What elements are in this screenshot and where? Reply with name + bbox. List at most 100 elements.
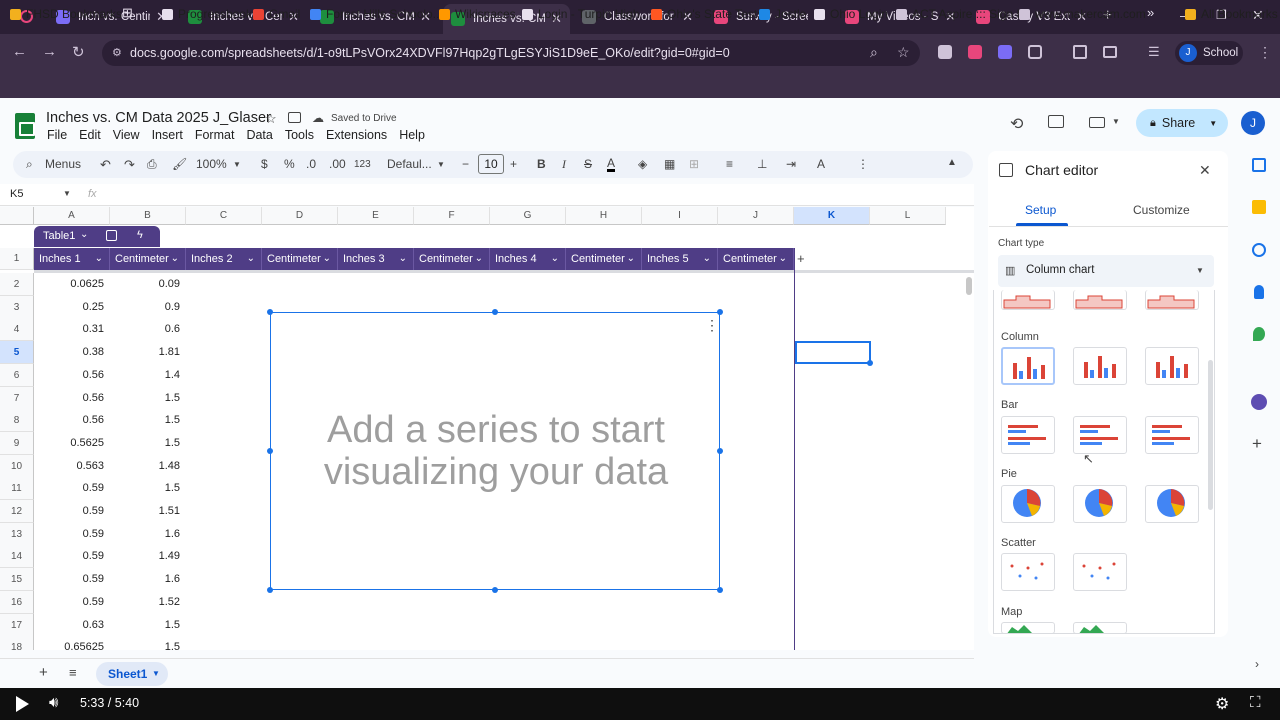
- table-column-header[interactable]: Inches 3 ⌄: [338, 248, 414, 270]
- font-size-increase-icon[interactable]: +: [510, 157, 517, 171]
- contacts-icon[interactable]: [1254, 285, 1264, 299]
- chevron-down-icon[interactable]: ▼: [1209, 119, 1217, 128]
- resize-handle[interactable]: [267, 587, 273, 593]
- row-header[interactable]: 9: [0, 431, 34, 455]
- column-header-c[interactable]: C: [186, 207, 262, 225]
- row-header[interactable]: 3: [0, 295, 34, 319]
- all-sheets-icon[interactable]: ≡: [69, 665, 77, 680]
- menu-extensions[interactable]: Extensions: [326, 128, 387, 142]
- sheet-tab-sheet1[interactable]: Sheet1 ▼: [96, 662, 168, 686]
- account-avatar[interactable]: J: [1241, 111, 1265, 135]
- column-header-f[interactable]: F: [414, 207, 490, 225]
- menu-edit[interactable]: Edit: [79, 128, 101, 142]
- text-wrap-icon[interactable]: ⇥: [786, 157, 796, 171]
- bookmark-star-icon[interactable]: ☆: [897, 44, 910, 61]
- cell-centimeter[interactable]: 1.6: [110, 528, 180, 540]
- table-view-icon[interactable]: [106, 230, 117, 241]
- select-all-corner[interactable]: [0, 207, 34, 225]
- row-header[interactable]: 15: [0, 568, 34, 592]
- bookmark-item[interactable]: Wikispaces: [439, 7, 516, 21]
- chevron-down-icon[interactable]: ⌄: [171, 248, 179, 270]
- cell-centimeter[interactable]: 1.5: [110, 482, 180, 494]
- cell-inches[interactable]: 0.59: [34, 573, 104, 585]
- cell-inches[interactable]: 0.38: [34, 346, 104, 358]
- chevron-down-icon[interactable]: ⌄: [247, 248, 255, 270]
- row-header[interactable]: 17: [0, 613, 34, 637]
- document-title[interactable]: Inches vs. CM Data 2025 J_Glaser: [46, 110, 271, 126]
- row-header[interactable]: 2: [0, 273, 34, 296]
- bold-icon[interactable]: B: [537, 157, 546, 171]
- cell-centimeter[interactable]: 1.51: [110, 505, 180, 517]
- resize-handle[interactable]: [717, 448, 723, 454]
- cell-inches[interactable]: 0.59: [34, 550, 104, 562]
- bar-chart-option[interactable]: [1001, 416, 1055, 454]
- sheets-logo-icon[interactable]: [15, 113, 35, 139]
- resize-handle[interactable]: [267, 309, 273, 315]
- font-size-decrease-icon[interactable]: −: [462, 157, 469, 171]
- cell-centimeter[interactable]: 0.9: [110, 301, 180, 313]
- merge-cells-icon[interactable]: ⊞: [689, 157, 699, 171]
- font-size-field[interactable]: 10: [478, 154, 504, 174]
- menu-file[interactable]: File: [47, 128, 67, 142]
- chart-placeholder[interactable]: Add a series to start visualizing your d…: [270, 312, 720, 590]
- text-color-icon[interactable]: A: [607, 157, 616, 172]
- play-icon[interactable]: [16, 696, 29, 712]
- column-header-i[interactable]: I: [642, 207, 718, 225]
- resize-handle[interactable]: [492, 309, 498, 315]
- extension-icon[interactable]: [998, 45, 1012, 59]
- column-header-b[interactable]: B: [110, 207, 186, 225]
- screenshot-icon[interactable]: [1073, 45, 1087, 59]
- bookmark-item[interactable]: Forest Hills Schoolo...: [310, 7, 443, 21]
- bookmark-item[interactable]: Ohio's State Tests: [651, 7, 763, 21]
- geo-chart-option[interactable]: [1001, 622, 1055, 634]
- chevron-down-icon[interactable]: ⌄: [703, 248, 711, 270]
- menu-tools[interactable]: Tools: [285, 128, 314, 142]
- maps-icon[interactable]: [1253, 327, 1265, 341]
- back-icon[interactable]: ←: [12, 43, 27, 60]
- stacked-column-100-chart-option[interactable]: [1145, 347, 1199, 385]
- 3d-pie-chart-option[interactable]: [1145, 485, 1199, 523]
- increase-decimal-button[interactable]: .00: [329, 157, 346, 171]
- row-header[interactable]: 14: [0, 545, 34, 569]
- italic-icon[interactable]: I: [562, 157, 566, 172]
- resize-handle[interactable]: [267, 448, 273, 454]
- row-header[interactable]: 11: [0, 477, 34, 501]
- apps-grid-icon[interactable]: ⊞: [122, 5, 133, 21]
- calendar-icon[interactable]: [1252, 158, 1266, 172]
- bookmark-item[interactable]: Jostle: [759, 7, 806, 21]
- meet-icon[interactable]: [1089, 117, 1105, 128]
- cell-centimeter[interactable]: 1.5: [110, 392, 180, 404]
- cell-inches[interactable]: 0.59: [34, 528, 104, 540]
- tasks-icon[interactable]: [1252, 243, 1266, 257]
- expand-panel-icon[interactable]: ›: [1255, 657, 1259, 671]
- table-column-header[interactable]: Centimeter ⌄: [110, 248, 186, 270]
- resize-handle[interactable]: [492, 587, 498, 593]
- cell-centimeter[interactable]: 1.5: [110, 641, 180, 650]
- cell-centimeter[interactable]: 1.6: [110, 573, 180, 585]
- bookmark-item[interactable]: Progressbook: [162, 7, 252, 21]
- currency-button[interactable]: $: [261, 157, 268, 171]
- step-area-chart-option[interactable]: [1001, 290, 1055, 310]
- font-select[interactable]: Defaul...: [387, 157, 432, 171]
- comments-icon[interactable]: [1048, 115, 1064, 128]
- chevron-down-icon[interactable]: ⌄: [779, 248, 787, 270]
- cell-inches[interactable]: 0.59: [34, 596, 104, 608]
- cell-centimeter[interactable]: 1.4: [110, 369, 180, 381]
- menu-insert[interactable]: Insert: [152, 128, 183, 142]
- tab-customize[interactable]: Customize: [1133, 203, 1190, 217]
- selected-cell-k5[interactable]: [795, 341, 871, 364]
- row-header[interactable]: 18: [0, 636, 34, 650]
- site-info-icon[interactable]: ⚙: [112, 46, 122, 59]
- row-header[interactable]: 8: [0, 409, 34, 433]
- addon-icon[interactable]: [1251, 394, 1267, 410]
- fill-handle[interactable]: [867, 360, 873, 366]
- cell-centimeter[interactable]: 1.49: [110, 550, 180, 562]
- collapse-toolbar-icon[interactable]: ▲: [947, 157, 957, 168]
- chevron-down-icon[interactable]: ▼: [233, 160, 241, 169]
- print-icon[interactable]: ⎙: [147, 157, 157, 172]
- puzzle-icon[interactable]: [1028, 45, 1042, 59]
- table-column-header[interactable]: Centimeter ⌄: [718, 248, 794, 270]
- bookmark-item[interactable]: www.makercam.com: [1019, 7, 1146, 21]
- number-format-button[interactable]: 123: [354, 159, 371, 170]
- column-chart-option[interactable]: [1001, 347, 1055, 385]
